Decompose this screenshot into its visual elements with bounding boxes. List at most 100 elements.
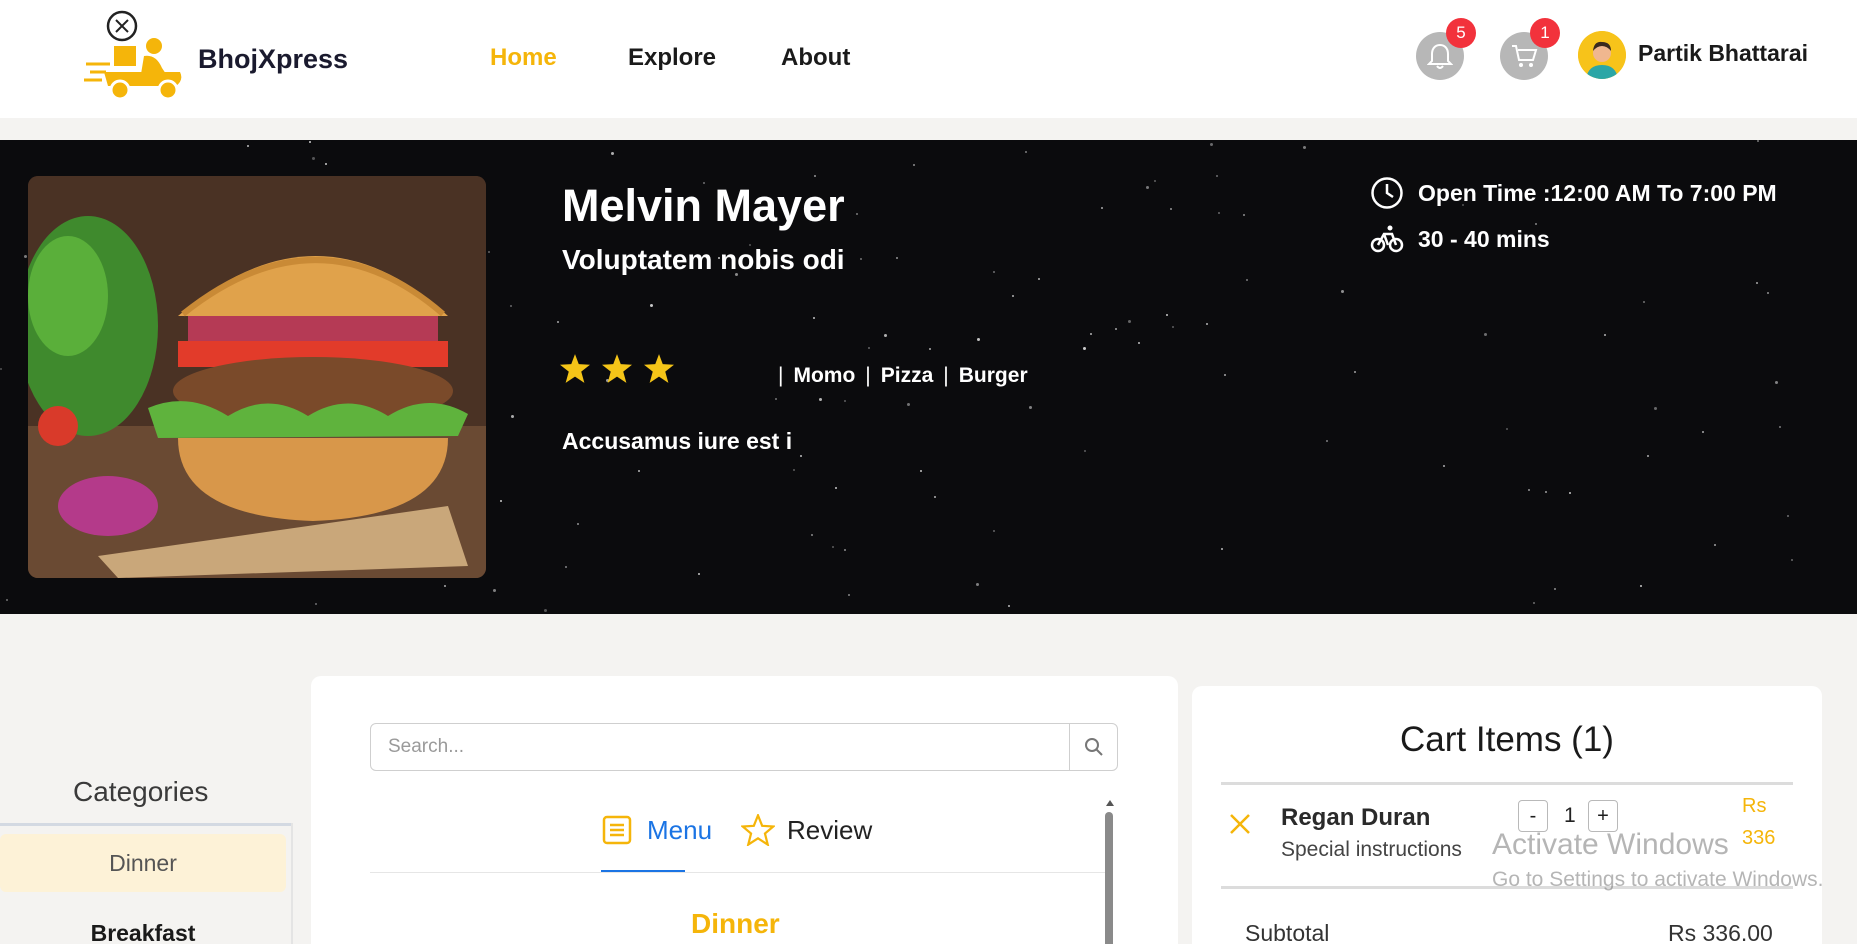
top-header: BhojXpress Home Explore About 5 1 Partik…	[0, 0, 1857, 118]
cart-item-instructions[interactable]: Special instructions	[1281, 838, 1462, 862]
star-dot	[868, 347, 870, 349]
star-dot	[1206, 323, 1208, 325]
nav-about[interactable]: About	[781, 44, 850, 72]
price-currency: Rs	[1742, 795, 1767, 817]
star-dot	[488, 251, 490, 253]
star-dot	[800, 455, 802, 457]
star-dot	[1128, 320, 1131, 323]
notifications-button[interactable]: 5	[1416, 18, 1476, 80]
star-icon	[644, 354, 674, 383]
star-dot	[0, 368, 2, 370]
star-dot	[1791, 559, 1793, 561]
star-dot	[1443, 465, 1445, 467]
tabs-divider	[370, 872, 1106, 873]
scrollbar-thumb[interactable]	[1105, 812, 1113, 944]
search-box	[370, 723, 1118, 771]
subtotal-label: Subtotal	[1245, 920, 1330, 944]
nav-explore[interactable]: Explore	[628, 44, 716, 72]
star-dot	[913, 164, 915, 166]
star-dot	[650, 304, 653, 307]
category-breakfast[interactable]: Breakfast	[0, 904, 286, 944]
tab-menu[interactable]: Menu	[601, 814, 712, 846]
clock-icon	[1371, 177, 1403, 209]
restaurant-image	[28, 176, 486, 578]
tab-review[interactable]: Review	[741, 814, 872, 846]
star-dot	[907, 403, 910, 406]
cuisine-tags: | Momo | Pizza | Burger	[768, 364, 1028, 388]
bicycle-icon	[1370, 225, 1404, 253]
star-dot	[976, 583, 979, 586]
star-dot	[884, 334, 887, 337]
star-dot	[977, 338, 980, 341]
star-dot	[315, 603, 317, 605]
star-dot	[1326, 440, 1328, 442]
star-dot	[1533, 602, 1535, 604]
avatar[interactable]	[1578, 31, 1626, 79]
tag-separator: |	[778, 364, 784, 387]
star-dot	[1221, 548, 1223, 550]
burger-image	[28, 176, 486, 578]
cart-icon	[1512, 45, 1538, 67]
scroll-up-arrow[interactable]	[1106, 800, 1114, 806]
brand-logo[interactable]	[84, 10, 188, 102]
delivery-time: 30 - 40 mins	[1418, 225, 1550, 252]
subtotal-value: Rs 336.00	[1668, 920, 1773, 944]
cart-title: Cart Items (1)	[1400, 720, 1614, 759]
star-dot	[929, 348, 931, 350]
activate-windows-subtitle: Go to Settings to activate Windows.	[1492, 868, 1824, 891]
star-dot	[1354, 371, 1356, 373]
delivery-time-row: 30 - 40 mins	[1370, 224, 1550, 254]
star-dot	[24, 255, 27, 258]
star-dot	[1084, 450, 1086, 452]
category-dinner[interactable]: Dinner	[0, 834, 286, 892]
star-dot	[1154, 180, 1156, 182]
qty-value: 1	[1564, 804, 1576, 827]
search-input[interactable]	[371, 724, 1065, 770]
star-dot	[309, 141, 311, 143]
star-dot	[1170, 208, 1172, 210]
price-value: 336	[1742, 827, 1776, 849]
cart-item-name: Regan Duran	[1281, 804, 1431, 831]
nav-home[interactable]: Home	[490, 44, 557, 72]
star-dot	[1767, 292, 1769, 294]
star-dot	[1172, 326, 1174, 328]
user-avatar-icon	[1578, 31, 1626, 79]
brand-name[interactable]: BhojXpress	[198, 44, 348, 75]
star-dot	[1528, 489, 1530, 491]
tag-burger: Burger	[958, 364, 1028, 387]
star-dot	[848, 594, 850, 596]
open-time: Open Time :12:00 AM To 7:00 PM	[1418, 179, 1777, 206]
star-dot	[1604, 334, 1606, 336]
user-name[interactable]: Partik Bhattarai	[1638, 40, 1808, 67]
star-dot	[1025, 151, 1027, 153]
star-dot	[844, 400, 846, 402]
star-dot	[312, 157, 315, 160]
star-dot	[1115, 328, 1117, 330]
tag-separator: |	[943, 364, 949, 387]
star-icon	[602, 354, 632, 383]
tag-momo: Momo	[793, 364, 856, 387]
star-dot	[819, 398, 822, 401]
star-dot	[565, 566, 567, 568]
star-dot	[1545, 491, 1547, 493]
star-dot	[1643, 301, 1645, 303]
tag-separator: |	[865, 364, 871, 387]
star-dot	[1138, 342, 1140, 344]
star-dot	[1008, 605, 1010, 607]
search-button[interactable]	[1069, 724, 1117, 770]
star-dot	[1341, 290, 1344, 293]
star-dot	[6, 599, 8, 601]
cart-button[interactable]: 1	[1500, 18, 1560, 80]
star-dot	[832, 546, 834, 548]
star-dot	[444, 585, 446, 587]
star-dot	[993, 530, 995, 532]
star-dot	[1506, 428, 1508, 430]
categories-divider	[0, 823, 292, 826]
bell-icon	[1427, 43, 1453, 69]
remove-item-button[interactable]	[1228, 812, 1252, 841]
star-dot	[993, 271, 995, 273]
star-dot	[1757, 140, 1759, 142]
star-dot	[1101, 207, 1103, 209]
star-dot	[1038, 278, 1040, 280]
star-dot	[1779, 426, 1781, 428]
